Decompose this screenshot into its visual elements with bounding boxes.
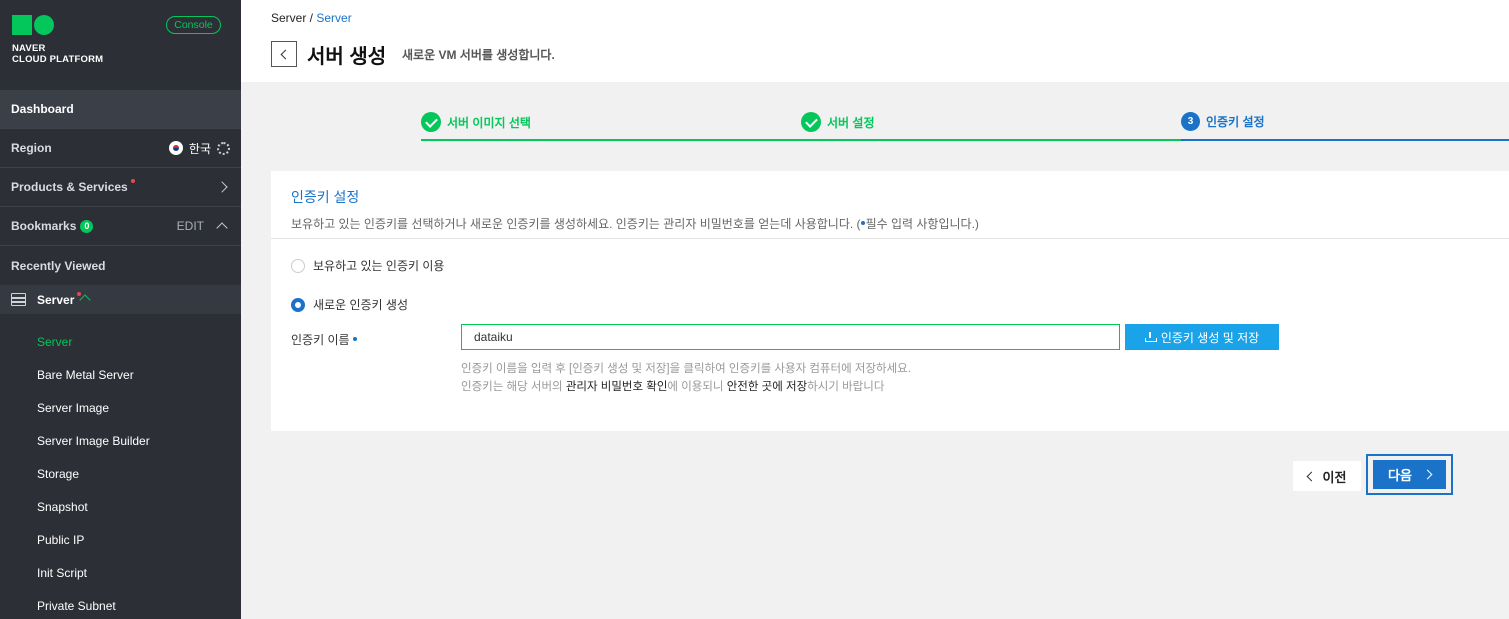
chevron-right-icon [216,181,228,193]
new-dot-icon [130,179,135,183]
submenu-server-image[interactable]: Server Image [0,392,241,425]
help2-part-e: 하시기 바랍니다 [807,381,885,393]
help2-part-a: 인증키는 해당 서버의 [461,381,566,393]
submenu-private-subnet[interactable]: Private Subnet [0,590,241,619]
server-icon [11,293,26,306]
submenu-snapshot[interactable]: Snapshot [0,491,241,524]
dashboard-label: Dashboard [11,102,74,116]
new-dot-icon [77,291,82,296]
check-icon [801,112,821,132]
korea-flag-icon [168,141,183,155]
recent-label: Recently Viewed [11,258,106,273]
prev-label: 이전 [1322,469,1347,485]
brand-line1: NAVER [12,43,46,54]
create-save-key-label: 인증키 생성 및 저장 [1160,330,1260,345]
option-existing-label: 보유하고 있는 인증키 이용 [313,259,445,273]
back-button[interactable] [271,41,297,67]
chevron-right-icon [1422,469,1433,480]
help2-part-d: 안전한 곳에 저장 [726,381,808,393]
page-title: 서버 생성 [307,46,387,68]
key-name-label: 인증키 이름 [291,331,358,348]
card-header: 인증키 설정 보유하고 있는 인증키를 선택하거나 새로운 인증키를 생성하세요… [271,171,1509,239]
help-text-2: 인증키는 해당 서버의 관리자 비밀번호 확인에 이용되니 안전한 곳에 저장하… [461,378,884,394]
chevron-up-icon[interactable] [79,294,92,306]
page-header: Server / Server 서버 생성 새로운 VM 서버를 생성합니다. [241,0,1509,82]
sidebar-item-recent[interactable]: Recently Viewed [0,246,241,285]
key-name-label-text: 인증키 이름 [291,333,350,347]
step-2: 서버 설정 [801,112,875,132]
submenu-server[interactable]: Server [0,326,241,359]
prev-button[interactable]: 이전 [1293,461,1361,491]
bookmarks-count-badge: 0 [80,219,94,233]
next-button-focus-ring: 다음 [1366,454,1453,495]
server-group-label: Server [37,292,75,307]
radio-new[interactable] [291,297,305,312]
help-text-1: 인증키 이름을 입력 후 [인증키 생성 및 저장]을 클릭하여 인증키를 사용… [461,363,911,375]
server-submenu: Server Bare Metal Server Server Image Se… [0,314,241,619]
console-button[interactable]: Console [166,16,221,34]
sidebar-item-dashboard[interactable]: Dashboard [0,90,241,129]
step-2-label: 서버 설정 [827,115,875,130]
key-name-input[interactable] [461,324,1120,350]
brand-line2: CLOUD PLATFORM [12,54,104,65]
card-desc-text: 보유하고 있는 인증키를 선택하거나 새로운 인증키를 생성하세요. 인증키는 … [291,217,861,231]
brand-name: NAVER CLOUD PLATFORM [12,43,103,65]
auth-key-card: 인증키 설정 보유하고 있는 인증키를 선택하거나 새로운 인증키를 생성하세요… [271,171,1509,431]
card-title: 인증키 설정 [291,189,360,205]
step-3-label: 인증키 설정 [1206,115,1265,129]
logo-area: NAVER CLOUD PLATFORM Console [0,0,241,90]
chevron-left-icon [1306,471,1316,481]
option-existing-key[interactable]: 보유하고 있는 인증키 이용 [291,257,444,274]
step-progress-current [1181,139,1509,141]
page-subtitle: 새로운 VM 서버를 생성합니다. [402,48,555,62]
next-button[interactable]: 다음 [1373,460,1446,489]
breadcrumb-current[interactable]: Server [316,11,351,25]
step-3: 3 인증키 설정 [1181,112,1265,131]
breadcrumb-root[interactable]: Server / [271,11,313,25]
next-label: 다음 [1388,468,1412,483]
sidebar-item-region[interactable]: Region 한국 [0,129,241,168]
option-new-key[interactable]: 새로운 인증키 생성 [291,296,408,313]
check-icon [421,112,441,132]
option-new-label: 새로운 인증키 생성 [313,298,408,312]
submenu-storage[interactable]: Storage [0,458,241,491]
step-progress-done [421,139,1181,141]
products-label: Products & Services [11,180,128,194]
submenu-public-ip[interactable]: Public IP [0,524,241,557]
sidebar-item-products[interactable]: Products & Services [0,168,241,207]
sidebar-item-bookmarks[interactable]: Bookmarks 0 EDIT [0,207,241,246]
chevron-up-icon[interactable] [216,222,228,234]
step-1-label: 서버 이미지 선택 [447,115,531,130]
bookmarks-edit-button[interactable]: EDIT [177,219,204,233]
help2-part-c: 에 이용되니 [667,381,727,393]
card-desc-tail: 필수 입력 사항입니다.) [865,217,979,231]
step-1: 서버 이미지 선택 [421,112,531,132]
region-label: Region [11,141,52,155]
region-value: 한국 [188,141,211,156]
bookmarks-label: Bookmarks [11,219,77,233]
create-save-key-button[interactable]: 인증키 생성 및 저장 [1125,324,1279,350]
submenu-bare-metal-server[interactable]: Bare Metal Server [0,359,241,392]
submenu-init-script[interactable]: Init Script [0,557,241,590]
step-3-number: 3 [1181,112,1200,131]
sidebar-group-server[interactable]: Server [0,285,241,314]
breadcrumb: Server / Server [271,11,352,25]
required-dot-icon [860,221,865,225]
sidebar: NAVER CLOUD PLATFORM Console Dashboard R… [0,0,241,619]
card-description: 보유하고 있는 인증키를 선택하거나 새로운 인증키를 생성하세요. 인증키는 … [291,215,1509,232]
submenu-server-image-builder[interactable]: Server Image Builder [0,425,241,458]
required-dot-icon [352,337,357,341]
step-indicator: 서버 이미지 선택 서버 설정 3 인증키 설정 [421,104,1509,142]
gear-icon[interactable] [217,141,230,155]
radio-existing[interactable] [291,258,305,273]
naver-logo-icon[interactable] [12,15,56,37]
download-icon [1144,332,1157,342]
help2-part-b: 관리자 비밀번호 확인 [565,381,668,393]
